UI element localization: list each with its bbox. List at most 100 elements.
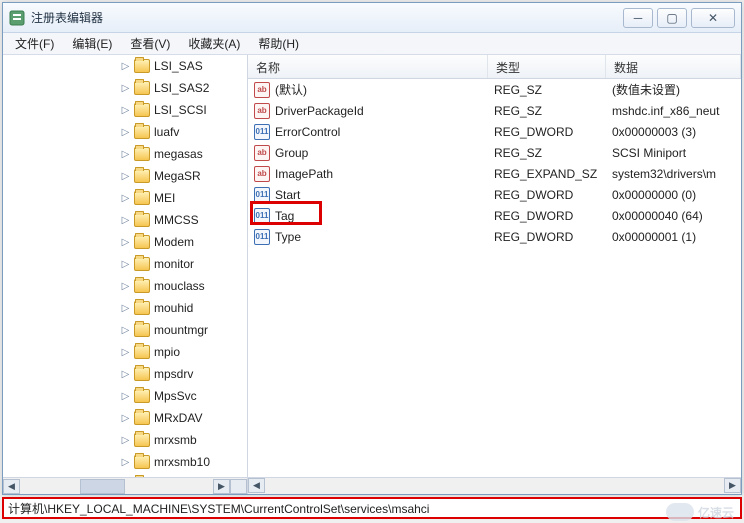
tree-item-lsi_scsi[interactable]: ▷ LSI_SCSI	[3, 99, 247, 121]
folder-icon	[134, 455, 150, 469]
menu-help[interactable]: 帮助(H)	[250, 33, 307, 54]
expander-icon[interactable]: ▷	[119, 434, 132, 447]
list-horizontal-scrollbar[interactable]: ◀ ▶	[248, 477, 741, 494]
column-type[interactable]: 类型	[488, 55, 606, 78]
expander-icon[interactable]: ▷	[119, 170, 132, 183]
tree-item-mountmgr[interactable]: ▷ mountmgr	[3, 319, 247, 341]
value-name: Start	[275, 188, 300, 202]
expander-icon[interactable]: ▷	[119, 236, 132, 249]
tree-item-mpsdrv[interactable]: ▷mpsdrv	[3, 363, 247, 385]
expander-icon[interactable]: ▷	[119, 456, 132, 469]
tree-item-mmcss[interactable]: ▷MMCSS	[3, 209, 247, 231]
column-name[interactable]: 名称	[248, 55, 488, 78]
expander-icon[interactable]: ▷	[119, 412, 132, 425]
menu-view[interactable]: 查看(V)	[122, 33, 178, 54]
expander-icon[interactable]: ▷	[119, 126, 132, 139]
menu-favorites[interactable]: 收藏夹(A)	[180, 33, 248, 54]
expander-icon[interactable]: ▷	[119, 104, 132, 117]
expander-icon[interactable]: ▷	[119, 324, 132, 337]
tree-view[interactable]: ▷LSI_SAS▷LSI_SAS2▷LSI_SCSI▷luafv▷megasas…	[3, 55, 247, 477]
value-type: REG_DWORD	[488, 125, 606, 139]
tree-item-mei[interactable]: ▷ MEI	[3, 187, 247, 209]
expander-icon[interactable]: ▷	[119, 390, 132, 403]
tree-item-monitor[interactable]: ▷ monitor	[3, 253, 247, 275]
value-row[interactable]: 011TagREG_DWORD0x00000040 (64)	[248, 205, 741, 226]
value-data: mshdc.inf_x86_neut	[606, 104, 741, 118]
value-type: REG_DWORD	[488, 230, 606, 244]
tree-item-mrxsmb[interactable]: ▷mrxsmb	[3, 429, 247, 451]
tree-item-mrxsmb10[interactable]: ▷ mrxsmb10	[3, 451, 247, 473]
tree-item-lsi_sas2[interactable]: ▷LSI_SAS2	[3, 77, 247, 99]
value-row[interactable]: abImagePathREG_EXPAND_SZsystem32\drivers…	[248, 163, 741, 184]
expander-icon[interactable]: ▷	[119, 192, 132, 205]
maximize-button[interactable]: ▢	[657, 8, 687, 28]
titlebar[interactable]: 注册表编辑器 ─ ▢ ✕	[3, 3, 741, 33]
value-row[interactable]: abDriverPackageIdREG_SZmshdc.inf_x86_neu…	[248, 100, 741, 121]
tree-item-mrxdav[interactable]: ▷MRxDAV	[3, 407, 247, 429]
column-data[interactable]: 数据	[606, 55, 741, 78]
value-name: Group	[275, 146, 308, 160]
scroll-right-icon[interactable]: ▶	[724, 478, 741, 493]
expander-icon[interactable]: ▷	[119, 280, 132, 293]
value-data: SCSI Miniport	[606, 146, 741, 160]
tree-label: MpsSvc	[154, 389, 197, 403]
close-button[interactable]: ✕	[691, 8, 735, 28]
value-row[interactable]: 011StartREG_DWORD0x00000000 (0)	[248, 184, 741, 205]
tree-item-luafv[interactable]: ▷ luafv	[3, 121, 247, 143]
status-path: 计算机\HKEY_LOCAL_MACHINE\SYSTEM\CurrentCon…	[8, 500, 429, 517]
expander-icon[interactable]: ▷	[119, 346, 132, 359]
scroll-right-icon[interactable]: ▶	[213, 479, 230, 494]
string-value-icon: ab	[254, 82, 270, 98]
value-data: 0x00000003 (3)	[606, 125, 741, 139]
folder-icon	[134, 279, 150, 293]
tree-item-lsi_sas[interactable]: ▷ LSI_SAS	[3, 55, 247, 77]
value-name: Type	[275, 230, 301, 244]
list-pane: 名称 类型 数据 ab(默认)REG_SZ(数值未设置)abDriverPack…	[248, 55, 741, 494]
binary-value-icon: 011	[254, 124, 270, 140]
expander-icon[interactable]: ▷	[119, 82, 132, 95]
tree-item-mpssvc[interactable]: ▷ MpsSvc	[3, 385, 247, 407]
scroll-thumb[interactable]	[80, 479, 125, 494]
expander-icon[interactable]: ▷	[119, 60, 132, 73]
tree-label: monitor	[154, 257, 194, 271]
tree-item-modem[interactable]: ▷Modem	[3, 231, 247, 253]
menu-edit[interactable]: 编辑(E)	[64, 33, 120, 54]
folder-icon	[134, 433, 150, 447]
value-name: DriverPackageId	[275, 104, 364, 118]
tree-label: LSI_SCSI	[154, 103, 207, 117]
folder-icon	[134, 59, 150, 73]
expander-icon[interactable]: ▷	[119, 368, 132, 381]
tree-label: MEI	[154, 191, 175, 205]
tree-item-mpio[interactable]: ▷mpio	[3, 341, 247, 363]
tree-item-megasr[interactable]: ▷MegaSR	[3, 165, 247, 187]
value-data: system32\drivers\m	[606, 167, 741, 181]
tree-label: luafv	[154, 125, 179, 139]
scroll-left-icon[interactable]: ◀	[248, 478, 265, 493]
folder-icon	[134, 191, 150, 205]
binary-value-icon: 011	[254, 208, 270, 224]
tree-item-megasas[interactable]: ▷megasas	[3, 143, 247, 165]
tree-label: mountmgr	[154, 323, 208, 337]
expander-icon[interactable]: ▷	[119, 258, 132, 271]
value-type: REG_SZ	[488, 83, 606, 97]
scroll-left-icon[interactable]: ◀	[3, 479, 20, 494]
value-row[interactable]: 011ErrorControlREG_DWORD0x00000003 (3)	[248, 121, 741, 142]
cloud-icon	[666, 503, 694, 521]
body-split: ▷LSI_SAS▷LSI_SAS2▷LSI_SCSI▷luafv▷megasas…	[3, 55, 741, 494]
tree-label: mrxsmb10	[154, 455, 210, 469]
tree-item-mouclass[interactable]: ▷mouclass	[3, 275, 247, 297]
tree-horizontal-scrollbar[interactable]: ◀ ▶	[3, 477, 247, 494]
minimize-button[interactable]: ─	[623, 8, 653, 28]
value-row[interactable]: ab(默认)REG_SZ(数值未设置)	[248, 79, 741, 100]
tree-item-mouhid[interactable]: ▷mouhid	[3, 297, 247, 319]
expander-icon[interactable]: ▷	[119, 302, 132, 315]
tree-label: LSI_SAS	[154, 59, 203, 73]
list-header[interactable]: 名称 类型 数据	[248, 55, 741, 79]
list-view[interactable]: ab(默认)REG_SZ(数值未设置)abDriverPackageIdREG_…	[248, 79, 741, 477]
expander-icon[interactable]: ▷	[119, 148, 132, 161]
menu-file[interactable]: 文件(F)	[7, 33, 62, 54]
value-row[interactable]: 011TypeREG_DWORD0x00000001 (1)	[248, 226, 741, 247]
expander-icon[interactable]: ▷	[119, 214, 132, 227]
folder-icon	[134, 345, 150, 359]
value-row[interactable]: abGroupREG_SZSCSI Miniport	[248, 142, 741, 163]
